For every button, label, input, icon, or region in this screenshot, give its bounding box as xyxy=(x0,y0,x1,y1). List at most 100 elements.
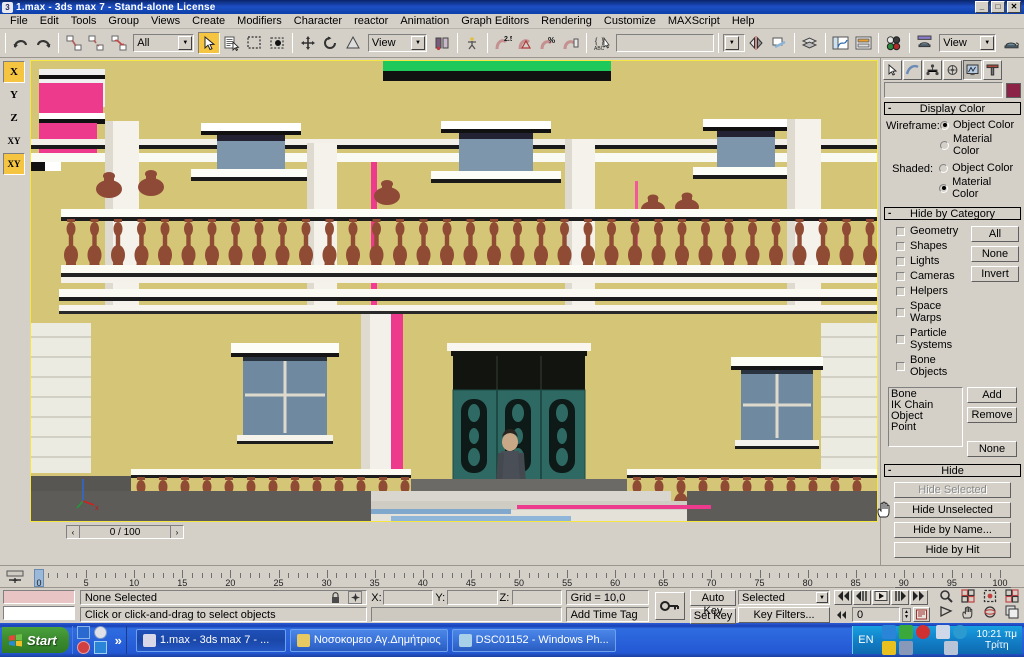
list-item[interactable]: IK Chain Object xyxy=(891,400,960,422)
category-checkbox-lights[interactable]: Lights xyxy=(896,255,971,267)
zoom-extents-all-button[interactable] xyxy=(1002,589,1022,605)
select-object-button[interactable] xyxy=(198,32,220,54)
redo-button[interactable] xyxy=(32,32,55,54)
render-scene-button[interactable] xyxy=(913,32,936,54)
category-none-button[interactable]: None xyxy=(971,246,1019,262)
play-animation-button[interactable] xyxy=(872,590,890,605)
quick-render-button[interactable] xyxy=(1000,32,1022,54)
use-pivot-center-button[interactable] xyxy=(430,32,453,54)
collapse-icon[interactable]: - xyxy=(888,465,891,476)
key-mode-toggle-button[interactable] xyxy=(654,591,685,620)
go-to-start-button[interactable] xyxy=(834,590,852,605)
schematic-view-button[interactable] xyxy=(852,32,874,54)
current-frame-input[interactable]: 0 xyxy=(852,607,900,622)
frame-spinner[interactable]: ▲ ▼ xyxy=(902,607,911,622)
language-indicator[interactable]: EN xyxy=(858,634,873,646)
list-none-button[interactable]: None xyxy=(967,441,1017,457)
mirror-flyout-combo[interactable]: ▼ xyxy=(722,34,745,52)
previous-frame-button[interactable] xyxy=(853,590,871,605)
menu-item-animation[interactable]: Animation xyxy=(394,14,455,28)
taskbar-task[interactable]: 1.max - 3ds max 7 - ... xyxy=(135,628,286,652)
category-checkbox-shapes[interactable]: Shapes xyxy=(896,240,971,252)
menu-item-group[interactable]: Group xyxy=(102,14,145,28)
menu-item-help[interactable]: Help xyxy=(726,14,761,28)
list-add-button[interactable]: Add xyxy=(967,387,1017,403)
hide-hide-by-hit-button[interactable]: Hide by Hit xyxy=(894,542,1011,558)
chevron-down-icon[interactable]: ▼ xyxy=(724,36,739,50)
hierarchy-tab[interactable] xyxy=(923,60,942,80)
named-selection-set-input[interactable] xyxy=(615,34,714,52)
display-color-rollout-header[interactable]: - Display Color xyxy=(884,102,1021,115)
layer-manager-button[interactable] xyxy=(798,32,821,54)
align-button[interactable] xyxy=(768,32,790,54)
select-and-rotate-button[interactable] xyxy=(319,32,342,54)
shaded-object-color-radio[interactable]: Object Color xyxy=(939,162,1019,174)
selection-filter-combo[interactable]: All ▼ xyxy=(133,34,195,52)
category-checkbox-particle-systems[interactable]: Particle Systems xyxy=(896,327,971,351)
menu-item-file[interactable]: File xyxy=(4,14,34,28)
menu-item-edit[interactable]: Edit xyxy=(34,14,65,28)
hide-by-category-rollout-header[interactable]: - Hide by Category xyxy=(884,207,1021,220)
undo-button[interactable] xyxy=(10,32,32,54)
menu-item-maxscript[interactable]: MAXScript xyxy=(662,14,726,28)
network-icon[interactable] xyxy=(935,625,950,639)
utilities-tab[interactable] xyxy=(983,60,1002,80)
maxscript-listener-pink[interactable] xyxy=(3,590,75,604)
named-selection-sets-button[interactable]: { } ABC xyxy=(590,32,613,54)
category-invert-button[interactable]: Invert xyxy=(971,266,1019,282)
chevron-down-icon[interactable]: ▼ xyxy=(980,36,995,50)
quick-launch-chevron-icon[interactable]: » xyxy=(115,633,122,648)
hide-hide-by-name-button[interactable]: Hide by Name... xyxy=(894,522,1011,538)
previous-frame-arrow[interactable]: ‹ xyxy=(67,526,80,538)
next-frame-button[interactable] xyxy=(891,590,909,605)
next-frame-arrow[interactable]: › xyxy=(170,526,183,538)
padlock-icon[interactable] xyxy=(331,592,340,607)
select-and-scale-button[interactable] xyxy=(342,32,364,54)
collapse-icon[interactable]: - xyxy=(888,103,891,114)
hide-hide-unselected-button[interactable]: Hide Unselected xyxy=(894,502,1011,518)
mirror-button[interactable] xyxy=(745,32,768,54)
taskbar-task[interactable]: DSC01152 - Windows Ph... xyxy=(451,628,616,652)
timeline-ruler[interactable]: 5 10 15 20 25 30 35 40 45 50 55 60 65 70 75 80 85 90 95 100… xyxy=(30,567,1024,587)
go-to-frame-icon[interactable] xyxy=(834,608,850,622)
field-of-view-button[interactable] xyxy=(936,606,956,621)
reference-coordinate-system-combo[interactable]: View ▼ xyxy=(367,34,427,52)
maxscript-listener-white[interactable] xyxy=(3,606,75,620)
category-checkbox-space-warps[interactable]: Space Warps xyxy=(896,300,971,324)
taskbar-task[interactable]: Νοσοκομειο Αγ.Δημήτριος xyxy=(289,628,448,652)
set-key-button[interactable]: Set Key xyxy=(690,608,736,624)
bind-to-space-warp-button[interactable] xyxy=(108,32,131,54)
restrict-to-y-button[interactable]: Y xyxy=(3,84,25,106)
show-desktop-icon[interactable] xyxy=(76,626,90,639)
z-coordinate-input[interactable] xyxy=(511,590,562,605)
x-coordinate-input[interactable] xyxy=(383,590,434,605)
curve-editor-button[interactable] xyxy=(829,32,852,54)
restore-button[interactable]: □ xyxy=(991,1,1005,13)
antivirus-icon[interactable] xyxy=(898,625,913,639)
collapse-icon[interactable]: - xyxy=(888,208,891,219)
restrict-to-x-button[interactable]: X xyxy=(3,61,25,83)
selection-lock-toggle-button[interactable] xyxy=(348,591,363,604)
percent-snap-toggle-button[interactable]: % xyxy=(537,32,560,54)
printer-icon[interactable] xyxy=(898,641,913,655)
spinner-snap-toggle-button[interactable] xyxy=(560,32,582,54)
perspective-viewport[interactable]: x xyxy=(30,60,878,522)
create-tab[interactable] xyxy=(883,60,902,80)
time-slider-handle[interactable]: ‹ 0 / 100 › xyxy=(66,525,184,539)
hide-rollout-header[interactable]: - Hide xyxy=(884,464,1021,477)
display-tab[interactable] xyxy=(963,60,982,80)
material-editor-button[interactable] xyxy=(882,32,905,54)
category-checkbox-bone-objects[interactable]: Bone Objects xyxy=(896,354,971,378)
viewport-layout-combo[interactable]: View ▼ xyxy=(939,34,997,52)
time-configuration-button[interactable] xyxy=(913,607,930,622)
zoom-extents-button[interactable] xyxy=(980,589,1000,605)
motion-tab[interactable] xyxy=(943,60,962,80)
rectangular-selection-region-button[interactable] xyxy=(243,32,266,54)
open-mini-curve-editor-button[interactable] xyxy=(0,567,30,587)
select-by-name-button[interactable] xyxy=(220,32,243,54)
zoom-button[interactable] xyxy=(936,590,956,605)
menu-item-rendering[interactable]: Rendering xyxy=(535,14,598,28)
category-checkbox-helpers[interactable]: Helpers xyxy=(896,285,971,297)
category-checkbox-cameras[interactable]: Cameras xyxy=(896,270,971,282)
zoom-all-button[interactable] xyxy=(958,589,978,605)
